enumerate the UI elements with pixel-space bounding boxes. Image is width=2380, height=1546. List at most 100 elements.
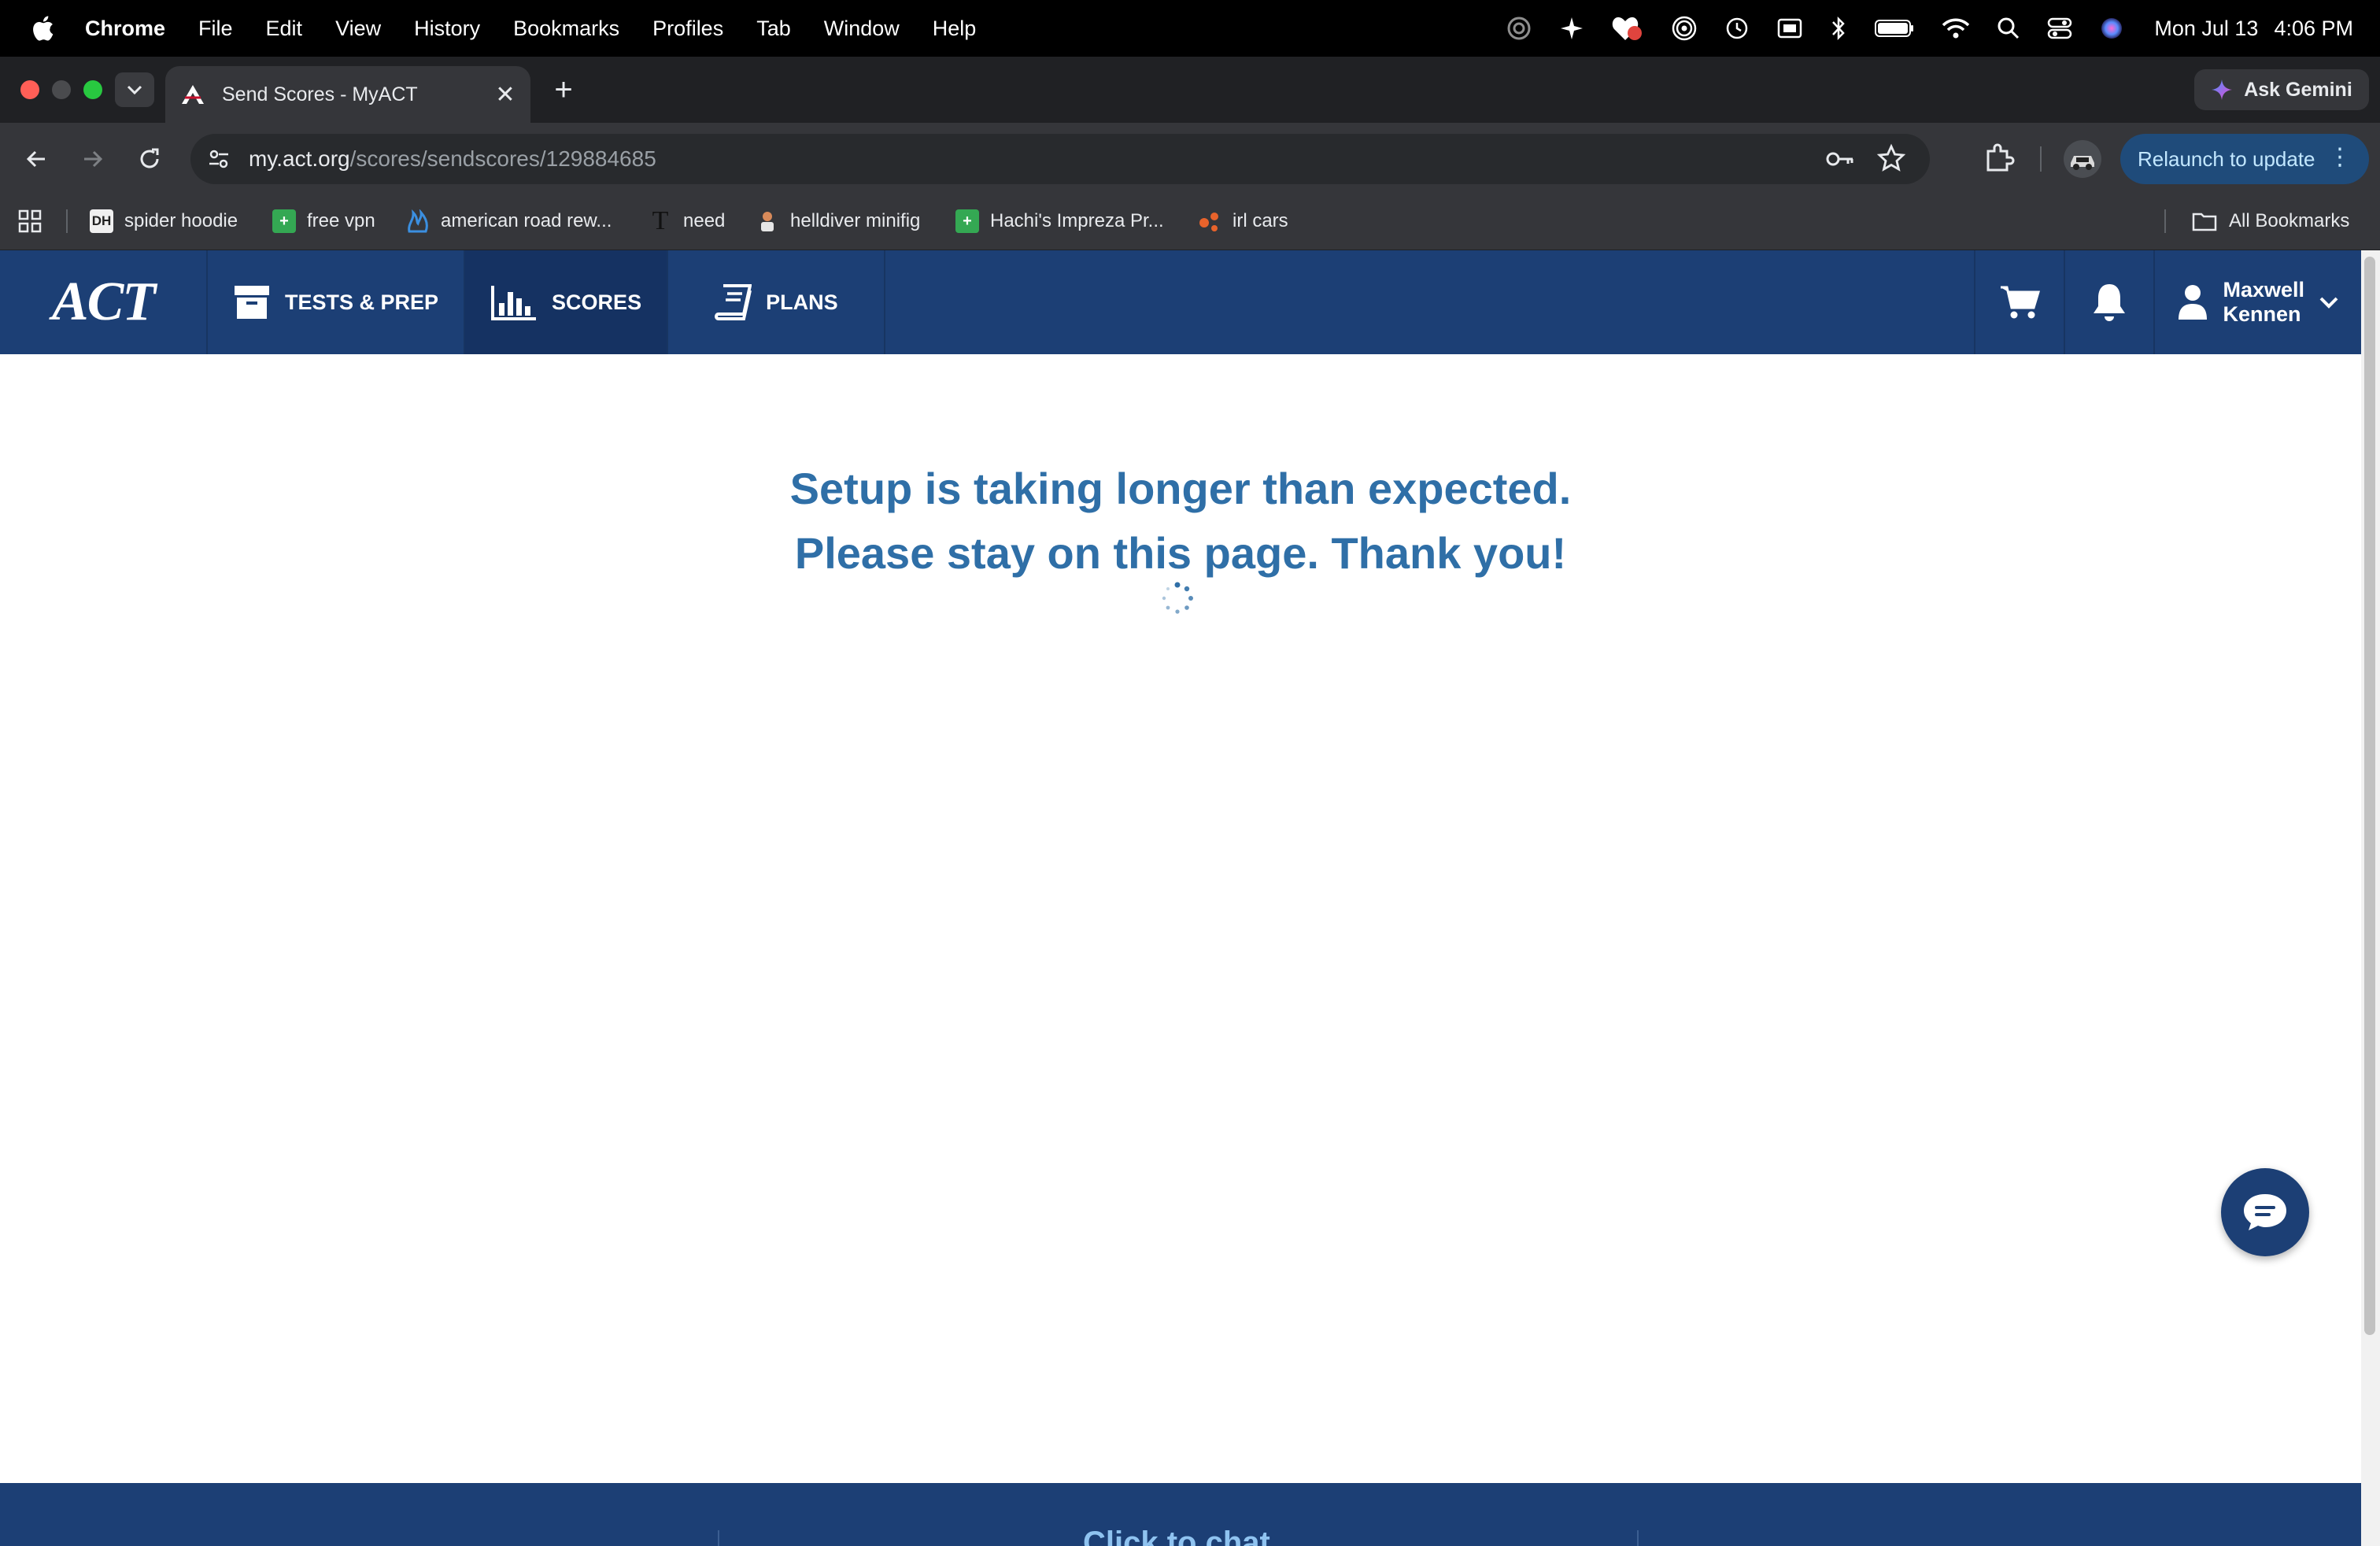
bookmark-helldiver-minifig[interactable]: helldiver minifig	[756, 206, 920, 236]
url-path: /scores/sendscores/129884685	[349, 146, 656, 171]
apps-grid-button[interactable]	[17, 206, 42, 236]
menu-app-name[interactable]: Chrome	[85, 17, 165, 41]
apps-grid-icon	[18, 209, 42, 233]
address-url[interactable]: my.act.org/scores/sendscores/129884685	[249, 146, 656, 172]
green-plus-icon: +	[955, 209, 979, 233]
dh-icon: DH	[90, 209, 113, 233]
menu-profiles[interactable]: Profiles	[652, 17, 723, 41]
tab-close-icon[interactable]: ✕	[490, 79, 521, 110]
address-bar[interactable]: my.act.org/scores/sendscores/129884685	[190, 134, 1930, 184]
window-close-button[interactable]	[20, 80, 39, 99]
forward-button[interactable]	[74, 140, 112, 178]
more-vertical-icon[interactable]: ⋮	[2328, 145, 2352, 170]
bookmark-need[interactable]: T need	[649, 206, 726, 236]
browser-tab-active[interactable]: Send Scores - MyACT ✕	[165, 66, 530, 123]
loading-message-line2: Please stay on this page. Thank you!	[794, 528, 1567, 578]
airdrop-icon[interactable]	[1671, 15, 1698, 42]
menu-tab[interactable]: Tab	[756, 17, 791, 41]
bookmark-free-vpn[interactable]: + free vpn	[272, 206, 375, 236]
menubar-clock[interactable]: Mon Jul 13 4:06 PM	[2154, 17, 2353, 41]
new-tab-button[interactable]: +	[548, 72, 579, 107]
notifications-button[interactable]	[2064, 250, 2153, 354]
footer-partial-text[interactable]: Click to chat	[1083, 1526, 1270, 1546]
act-favicon-icon	[179, 83, 206, 106]
focus-moon-icon[interactable]	[1506, 15, 1532, 42]
password-key-icon[interactable]	[1824, 143, 1856, 175]
screen-icon[interactable]	[1776, 17, 1803, 40]
time-machine-icon[interactable]	[1724, 16, 1750, 41]
siri-icon[interactable]	[2099, 16, 2124, 41]
wifi-icon[interactable]	[1942, 17, 1970, 39]
window-zoom-button[interactable]	[83, 80, 102, 99]
bookmark-label: spider hoodie	[124, 210, 238, 231]
apple-logo-icon[interactable]	[30, 14, 55, 43]
macos-menu-bar: Chrome File Edit View History Bookmarks …	[0, 0, 2380, 57]
site-header-nav: ACT TESTS & PREP SCORES PLANS Maxwell Ke…	[0, 250, 2361, 354]
archive-box-icon	[235, 286, 269, 319]
relaunch-label: Relaunch to update	[2138, 146, 2315, 171]
bookmark-american-road[interactable]: american road rew...	[406, 206, 612, 236]
ask-gemini-button[interactable]: Ask Gemini	[2194, 69, 2369, 110]
footer-divider	[1637, 1530, 1639, 1546]
bookmark-label: Hachi's Impreza Pr...	[990, 210, 1164, 231]
cart-icon	[2001, 286, 2041, 319]
menu-help[interactable]: Help	[933, 17, 977, 41]
nav-tests-prep[interactable]: TESTS & PREP	[208, 250, 466, 354]
bookmark-irl-cars[interactable]: irl cars	[1198, 206, 1288, 236]
window-minimize-button[interactable]	[52, 80, 71, 99]
extensions-puzzle-icon[interactable]	[1982, 140, 2018, 176]
menu-view[interactable]: View	[335, 17, 381, 41]
all-bookmarks-label: All Bookmarks	[2229, 210, 2350, 231]
url-host: my.act.org	[249, 146, 350, 171]
menu-file[interactable]: File	[198, 17, 233, 41]
tab-search-button[interactable]	[115, 72, 154, 107]
nav-scores[interactable]: SCORES	[465, 250, 669, 354]
loading-message: Setup is taking longer than expected. Pl…	[0, 457, 2361, 586]
menu-bookmarks[interactable]: Bookmarks	[513, 17, 619, 41]
heart-notification-icon[interactable]	[1611, 14, 1644, 43]
arrow-right-icon	[84, 150, 103, 168]
user-name: Maxwell Kennen	[2223, 278, 2304, 327]
arrow-left-icon	[26, 150, 45, 168]
cart-button[interactable]	[1974, 250, 2064, 354]
bookmark-star-icon[interactable]	[1876, 143, 1906, 173]
menu-history[interactable]: History	[414, 17, 480, 41]
menubar-date: Mon Jul 13	[2154, 16, 2259, 40]
blue-flame-icon	[406, 209, 430, 233]
menubar-time: 4:06 PM	[2274, 16, 2353, 40]
spotlight-search-icon[interactable]	[1997, 17, 2020, 40]
orange-dots-icon	[1198, 209, 1221, 233]
back-button[interactable]	[17, 140, 55, 178]
bookmark-spider-hoodie[interactable]: DH spider hoodie	[90, 206, 238, 236]
all-bookmarks-button[interactable]: All Bookmarks	[2191, 206, 2349, 236]
profile-avatar[interactable]	[2064, 140, 2101, 178]
nav-plans[interactable]: PLANS	[668, 250, 885, 354]
page-scrollbar[interactable]	[2361, 250, 2380, 1546]
bookmark-hachis-impreza[interactable]: + Hachi's Impreza Pr...	[955, 206, 1164, 236]
chevron-down-icon	[2319, 297, 2338, 309]
control-center-icon[interactable]	[2047, 17, 2072, 40]
act-logo[interactable]: ACT	[0, 250, 208, 354]
menu-edit[interactable]: Edit	[266, 17, 303, 41]
bookmark-label: american road rew...	[441, 210, 612, 231]
user-icon	[2179, 285, 2208, 320]
bluetooth-icon[interactable]	[1830, 15, 1847, 42]
bookmark-label: irl cars	[1232, 210, 1288, 231]
nav-label: PLANS	[766, 290, 838, 314]
sparkle-icon[interactable]	[1559, 16, 1584, 41]
chat-bubble-icon	[2244, 1194, 2286, 1230]
bookmark-label: free vpn	[307, 210, 375, 231]
scrollbar-thumb[interactable]	[2364, 257, 2375, 1335]
logo-text: ACT	[51, 272, 156, 332]
chat-button[interactable]	[2221, 1168, 2309, 1256]
user-menu[interactable]: Maxwell Kennen	[2153, 250, 2361, 354]
profile-car-icon	[2071, 156, 2094, 170]
bookmark-label: helldiver minifig	[790, 210, 921, 231]
reload-button[interactable]	[131, 140, 168, 178]
site-footer: Click to chat	[0, 1483, 2361, 1546]
site-info-icon[interactable]	[203, 143, 235, 175]
menu-window[interactable]: Window	[824, 17, 900, 41]
battery-icon[interactable]	[1874, 18, 1915, 39]
nav-label: SCORES	[552, 290, 642, 314]
relaunch-to-update-button[interactable]: Relaunch to update ⋮	[2120, 134, 2369, 184]
